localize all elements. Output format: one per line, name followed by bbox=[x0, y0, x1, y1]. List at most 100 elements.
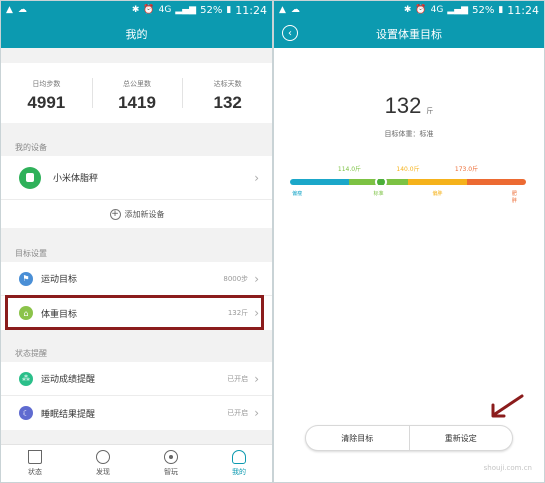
stat-label: 总公里数 bbox=[123, 80, 151, 88]
section-title-reminders: 状态提醒 bbox=[15, 349, 47, 358]
alarm-icon: ⏰ bbox=[415, 5, 427, 15]
clock: 11:24 bbox=[235, 4, 267, 17]
tab-label: 发现 bbox=[96, 468, 110, 476]
page-title: 我的 bbox=[125, 28, 148, 41]
stat-label: 达标天数 bbox=[213, 80, 242, 88]
watermark: shouji.com.cn bbox=[483, 464, 532, 472]
chevron-right-icon: › bbox=[254, 306, 259, 320]
weight-unit: 斤 bbox=[426, 107, 434, 115]
bluetooth-icon: ✱ bbox=[131, 5, 140, 15]
page-title: 设置体重目标 bbox=[376, 28, 442, 41]
stat-label: 日均步数 bbox=[32, 80, 61, 88]
reminder-value: 已开启 bbox=[227, 409, 249, 417]
battery-icon: ▮ bbox=[498, 5, 504, 15]
scale-categories: 偏瘦 标准 偏胖 肥胖 bbox=[290, 190, 526, 204]
reminder-row-sport[interactable]: ⁂ 运动成绩提醒 已开启 › bbox=[1, 362, 272, 396]
scale-ticks: 114.0斤 140.0斤 173.0斤 bbox=[290, 164, 526, 176]
battery-percent: 52% bbox=[200, 5, 223, 16]
category-label: 肥胖 bbox=[511, 191, 517, 204]
goal-value: 8000步 bbox=[223, 274, 249, 283]
goal-label: 体重目标 bbox=[41, 309, 78, 320]
reminder-value: 已开启 bbox=[227, 374, 249, 383]
app-bar: 我的 bbox=[1, 20, 272, 48]
stat-goal-days: 达标天数 132 bbox=[182, 63, 272, 123]
section-title-devices: 我的设备 bbox=[15, 143, 47, 152]
tick-label: 173.0斤 bbox=[454, 166, 479, 173]
screen-my-profile: ▲ ☁ ✱ ⏰ 4G ▂▄▆ 52% ▮ 11:24 我的 日均步数 4991 … bbox=[0, 0, 273, 483]
chevron-right-icon: › bbox=[254, 271, 259, 286]
target-icon bbox=[164, 450, 178, 464]
stat-avg-steps: 日均步数 4991 bbox=[1, 63, 92, 123]
scale-bar bbox=[290, 179, 526, 185]
clear-goal-button[interactable]: 清除目标 bbox=[306, 426, 409, 450]
category-label: 偏胖 bbox=[432, 191, 443, 197]
reset-goal-button[interactable]: 重新设定 bbox=[408, 426, 513, 450]
network-label: 4G bbox=[158, 5, 172, 15]
screen-set-weight-goal: ▲ ☁ ✱ ⏰ 4G ▂▄▆ 52% ▮ 11:24 ‹ 设置体重目标 132 … bbox=[273, 0, 545, 483]
goal-value: 132斤 bbox=[227, 309, 249, 317]
add-device-button[interactable]: + 添加新设备 bbox=[1, 200, 272, 228]
goal-row-sport[interactable]: ⚑ 运动目标 8000步 › bbox=[1, 262, 272, 296]
tab-smart[interactable]: 智玩 bbox=[137, 445, 205, 482]
weight-state: 目标体重：标准 bbox=[384, 130, 434, 138]
tab-discover[interactable]: 发现 bbox=[69, 445, 137, 482]
status-bar: ▲ ☁ ✱ ⏰ 4G ▂▄▆ 52% ▮ 11:24 bbox=[274, 1, 544, 20]
battery-icon: ▮ bbox=[226, 5, 232, 15]
app-bar: ‹ 设置体重目标 bbox=[274, 20, 544, 48]
battery-percent: 52% bbox=[472, 5, 495, 16]
tab-label: 智玩 bbox=[164, 468, 178, 476]
person-icon bbox=[232, 450, 246, 464]
stats-panel: 日均步数 4991 总公里数 1419 达标天数 132 bbox=[1, 63, 272, 123]
slider-knob[interactable] bbox=[375, 179, 388, 185]
compass-icon bbox=[96, 450, 110, 464]
add-device-label: 添加新设备 bbox=[124, 209, 165, 219]
section-title-goals: 目标设置 bbox=[15, 249, 47, 258]
chevron-right-icon: › bbox=[254, 406, 259, 420]
stat-value: 132 bbox=[213, 93, 242, 112]
network-label: 4G bbox=[430, 5, 444, 15]
tab-label: 我的 bbox=[232, 468, 246, 476]
notification-icon: ▲ bbox=[6, 5, 13, 15]
weight-value: 132 bbox=[384, 93, 422, 118]
cloud-icon: ☁ bbox=[290, 5, 300, 15]
signal-icon: ▂▄▆ bbox=[175, 5, 197, 15]
add-icon: + bbox=[109, 208, 121, 220]
bottom-tab-bar: 状态 发现 智玩 我的 bbox=[1, 444, 272, 482]
chevron-right-icon: › bbox=[254, 170, 259, 185]
reminder-row-sleep[interactable]: ☾ 睡眠结果提醒 已开启 › bbox=[1, 396, 272, 430]
reminder-label: 睡眠结果提醒 bbox=[41, 409, 96, 420]
stat-value: 4991 bbox=[27, 93, 66, 112]
weight-scale-slider[interactable]: 114.0斤 140.0斤 173.0斤 偏瘦 标准 偏胖 肥胖 bbox=[290, 164, 526, 204]
stat-total-km: 总公里数 1419 bbox=[91, 63, 183, 123]
arrow-annotation-icon bbox=[491, 394, 524, 418]
devices-card: 小米体脂秤 › + 添加新设备 bbox=[1, 156, 272, 228]
action-buttons: 清除目标 重新设定 bbox=[305, 425, 513, 451]
scale-icon bbox=[19, 166, 41, 189]
device-row-scale[interactable]: 小米体脂秤 › bbox=[1, 156, 272, 200]
chevron-right-icon: › bbox=[254, 371, 259, 386]
segment-obese bbox=[466, 179, 526, 185]
flag-icon: ⚑ bbox=[19, 271, 33, 286]
goal-row-weight[interactable]: ⌂ 体重目标 132斤 › bbox=[1, 296, 272, 330]
status-bar: ▲ ☁ ✱ ⏰ 4G ▂▄▆ 52% ▮ 11:24 bbox=[1, 1, 272, 20]
tick-label: 140.0斤 bbox=[396, 166, 420, 173]
moon-icon: ☾ bbox=[19, 406, 33, 420]
weight-display: 132 斤 目标体重：标准 bbox=[274, 93, 544, 139]
home-icon bbox=[28, 450, 42, 464]
tick-label: 114.0斤 bbox=[337, 166, 362, 173]
bluetooth-icon: ✱ bbox=[403, 5, 412, 15]
category-label: 偏瘦 bbox=[292, 191, 303, 197]
footprints-icon: ⁂ bbox=[19, 371, 33, 386]
goal-label: 运动目标 bbox=[41, 275, 78, 285]
goals-card: ⚑ 运动目标 8000步 › ⌂ 体重目标 132斤 › bbox=[1, 262, 272, 330]
stat-value: 1419 bbox=[118, 93, 156, 112]
alarm-icon: ⏰ bbox=[143, 5, 155, 15]
chevron-left-icon: ‹ bbox=[288, 27, 292, 39]
segment-over bbox=[407, 179, 467, 185]
tab-status[interactable]: 状态 bbox=[1, 445, 69, 482]
tab-me[interactable]: 我的 bbox=[205, 445, 272, 482]
tab-label: 状态 bbox=[28, 468, 42, 476]
back-button[interactable]: ‹ bbox=[282, 25, 298, 41]
reminder-label: 运动成绩提醒 bbox=[41, 375, 96, 385]
reminders-card: ⁂ 运动成绩提醒 已开启 › ☾ 睡眠结果提醒 已开启 › bbox=[1, 362, 272, 430]
